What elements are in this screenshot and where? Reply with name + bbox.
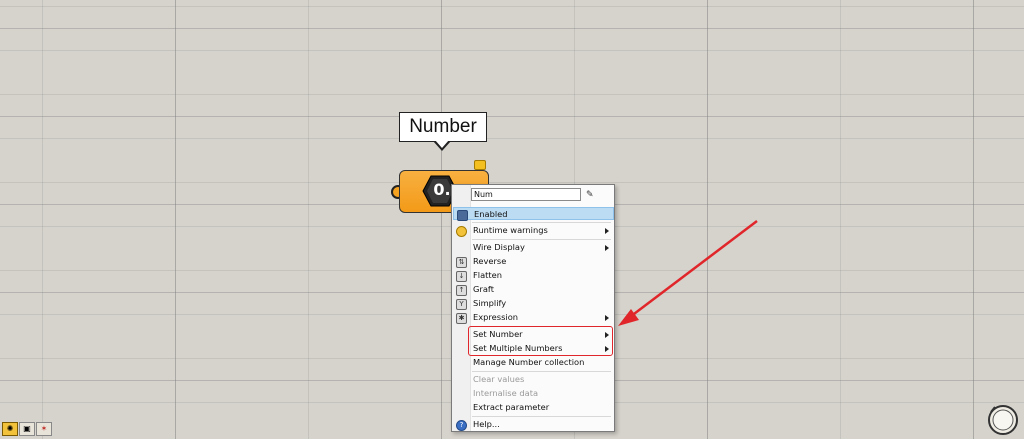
save-state-icon[interactable]: ▣	[19, 422, 35, 436]
annotation-arrow-icon	[618, 220, 758, 326]
preview-toggle-icon[interactable]: ✺	[2, 422, 18, 436]
wire-display-icon[interactable]: ✶	[36, 422, 52, 436]
canvas-toolbar: ✺ ▣ ✶	[2, 422, 52, 437]
navigation-gear-icon[interactable]	[986, 403, 1020, 437]
